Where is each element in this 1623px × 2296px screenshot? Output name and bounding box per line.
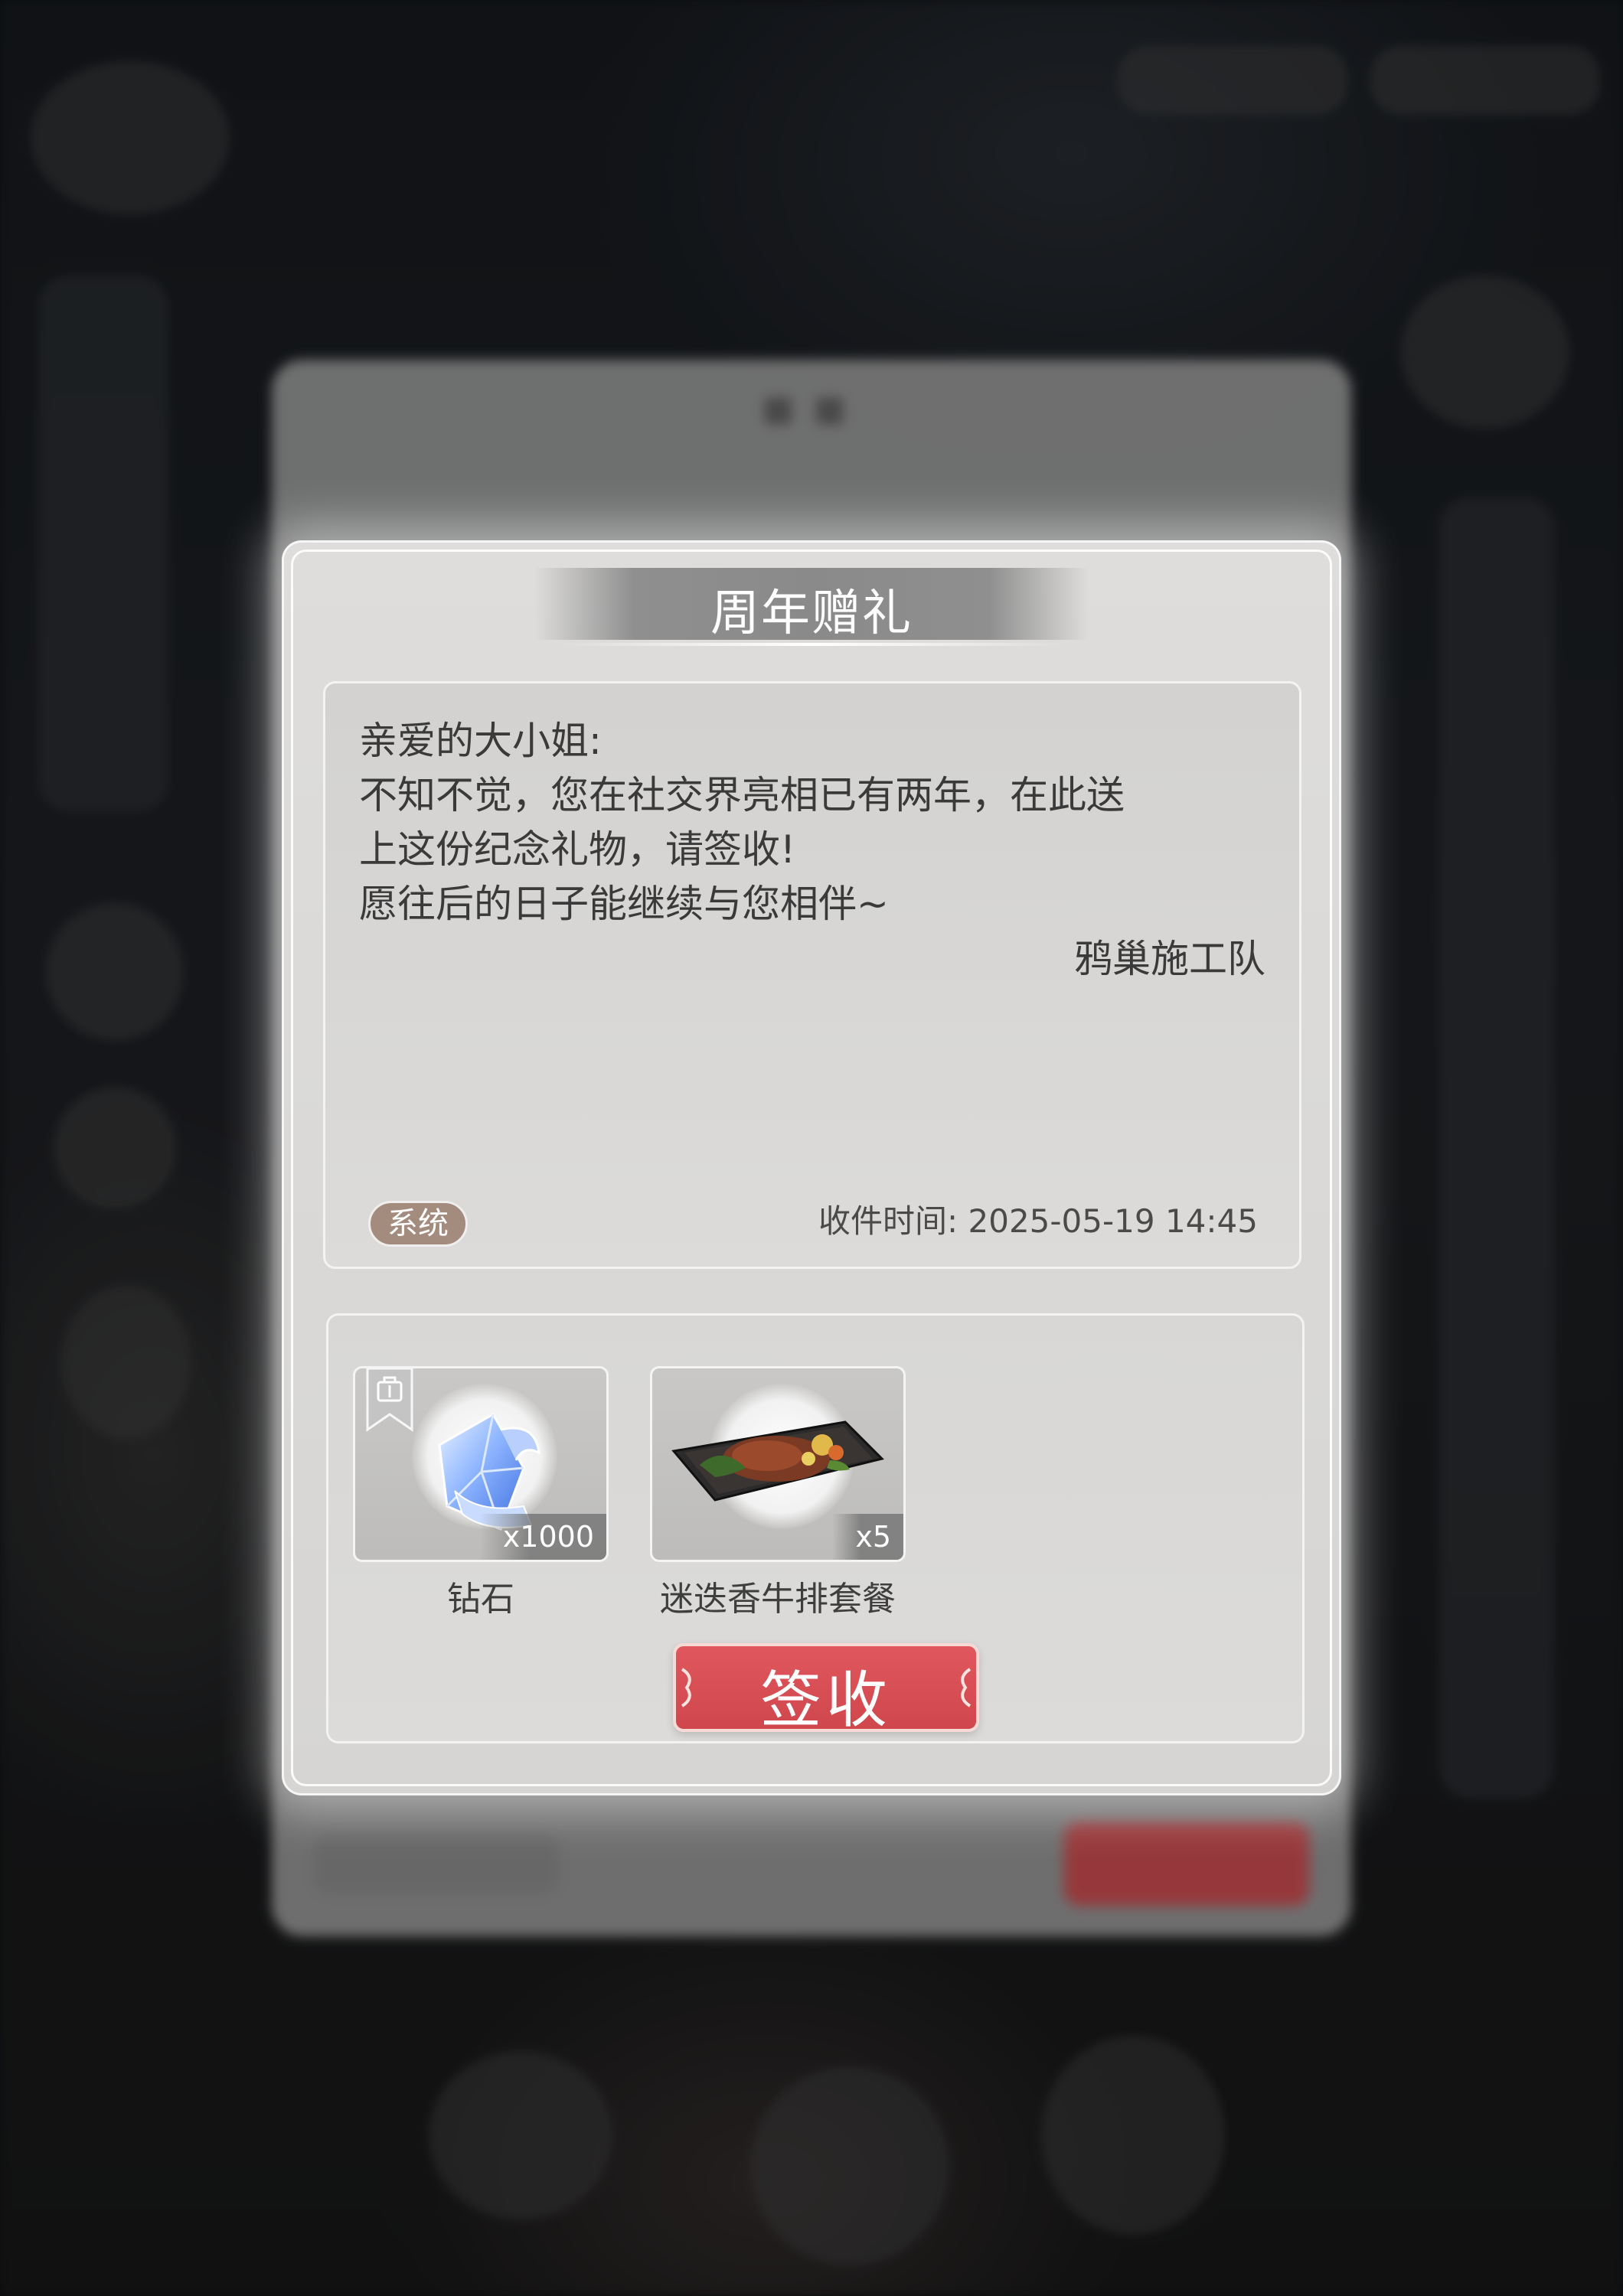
message-line: 不知不觉，您在社交界亮相已有两年，在此送 [359,773,1125,817]
message-body: 亲爱的大小姐: 不知不觉，您在社交界亮相已有两年，在此送 上这份纪念礼物，请签收… [359,714,1278,931]
reward-item[interactable]: x1000 钻石 [353,1366,609,1620]
sign-button-label: 签收 [760,1665,892,1736]
message-line: 愿往后的日子能继续与您相伴~ [359,882,889,926]
item-name: 钻石 [447,1580,514,1619]
reward-panel: x1000 钻石 x5 迷迭香牛排套餐 签收 [326,1313,1305,1743]
title-bar: 周年赠礼 [534,568,1089,646]
message-signature: 鸦巢施工队 [1074,937,1265,981]
mail-dialog: 周年赠礼 亲爱的大小姐: 不知不觉，您在社交界亮相已有两年，在此送 上这份纪念礼… [282,540,1341,1795]
item-name: 迷迭香牛排套餐 [660,1580,896,1619]
bag-bookmark-icon [366,1368,413,1432]
right-ornament-icon [961,1668,972,1707]
message-line: 亲爱的大小姐: [359,719,602,763]
reward-item-card[interactable]: x1000 [353,1366,609,1562]
message-box[interactable]: 亲爱的大小姐: 不知不觉，您在社交界亮相已有两年，在此送 上这份纪念礼物，请签收… [323,681,1301,1269]
dialog-title: 周年赠礼 [710,585,913,642]
message-line: 上这份纪念礼物，请签收! [359,827,796,872]
steak-platter-icon [671,1420,884,1502]
reward-item-card[interactable]: x5 [650,1366,906,1562]
reward-item[interactable]: x5 迷迭香牛排套餐 [650,1366,906,1620]
system-tag: 系统 [368,1201,468,1247]
sign-button[interactable]: 签收 [673,1643,979,1736]
item-count: x1000 [479,1514,606,1560]
item-count: x5 [832,1514,903,1560]
received-time: 收件时间: 2025-05-19 14:45 [818,1202,1258,1240]
